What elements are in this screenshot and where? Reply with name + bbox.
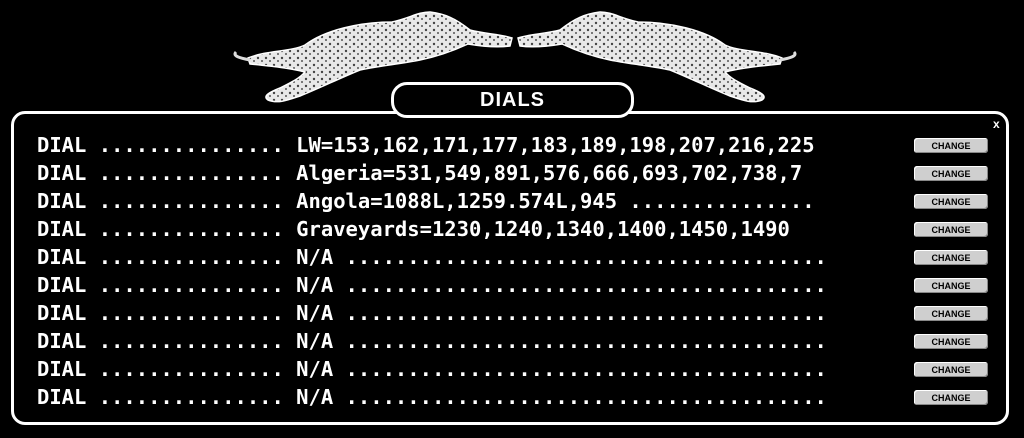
dial-text: DIAL ............... N/A ...............… <box>37 357 827 381</box>
dial-row: DIAL ............... N/A ...............… <box>37 383 997 411</box>
dial-row: DIAL ............... Angola=1088L,1259.5… <box>37 187 997 215</box>
close-icon[interactable]: x <box>993 117 1000 131</box>
dial-row: DIAL ............... N/A ...............… <box>37 327 997 355</box>
dial-text: DIAL ............... N/A ...............… <box>37 273 827 297</box>
dial-row: DIAL ............... LW=153,162,171,177,… <box>37 131 997 159</box>
dial-text: DIAL ............... Angola=1088L,1259.5… <box>37 189 815 213</box>
dial-text: DIAL ............... N/A ...............… <box>37 245 827 269</box>
dial-text: DIAL ............... Graveyards=1230,124… <box>37 217 790 241</box>
dial-list: DIAL ............... LW=153,162,171,177,… <box>37 131 997 411</box>
panel-title: DIALS <box>391 82 634 118</box>
change-button[interactable]: CHANGE <box>914 362 988 377</box>
dial-text: DIAL ............... LW=153,162,171,177,… <box>37 133 815 157</box>
change-button[interactable]: CHANGE <box>914 138 988 153</box>
change-button[interactable]: CHANGE <box>914 278 988 293</box>
dial-row: DIAL ............... N/A ...............… <box>37 299 997 327</box>
change-button[interactable]: CHANGE <box>914 250 988 265</box>
change-button[interactable]: CHANGE <box>914 194 988 209</box>
change-button[interactable]: CHANGE <box>914 334 988 349</box>
dial-row: DIAL ............... N/A ...............… <box>37 355 997 383</box>
dial-row: DIAL ............... Algeria=531,549,891… <box>37 159 997 187</box>
dial-row: DIAL ............... Graveyards=1230,124… <box>37 215 997 243</box>
change-button[interactable]: CHANGE <box>914 222 988 237</box>
dial-text: DIAL ............... N/A ...............… <box>37 301 827 325</box>
change-button[interactable]: CHANGE <box>914 306 988 321</box>
dial-row: DIAL ............... N/A ...............… <box>37 243 997 271</box>
change-button[interactable]: CHANGE <box>914 390 988 405</box>
dial-text: DIAL ............... Algeria=531,549,891… <box>37 161 803 185</box>
change-button[interactable]: CHANGE <box>914 166 988 181</box>
dial-row: DIAL ............... N/A ...............… <box>37 271 997 299</box>
dial-text: DIAL ............... N/A ...............… <box>37 329 827 353</box>
dial-text: DIAL ............... N/A ...............… <box>37 385 827 409</box>
